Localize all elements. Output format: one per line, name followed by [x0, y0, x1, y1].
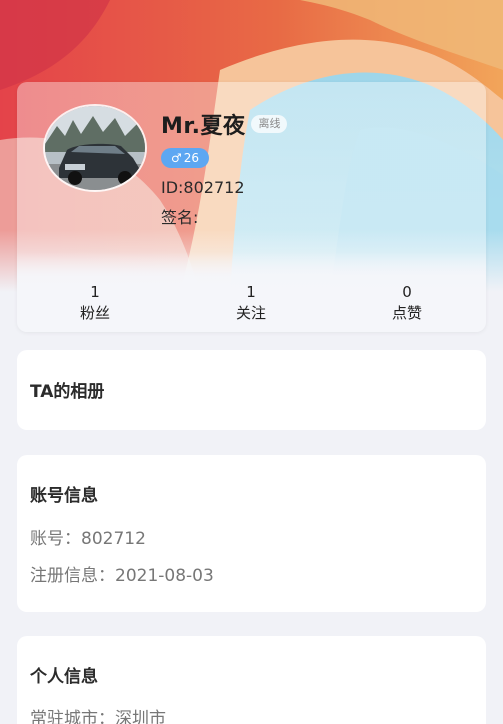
register-date: 注册信息：2021-08-03: [30, 566, 214, 586]
gender-age-badge: ♂ 26: [161, 148, 209, 168]
stats-row: 1 粉丝 1 关注 0 点赞: [17, 282, 486, 324]
account-info-title: 账号信息: [30, 486, 98, 506]
male-icon: ♂: [170, 151, 182, 165]
username: Mr.夏夜: [161, 114, 246, 139]
personal-info-title: 个人信息: [30, 667, 98, 687]
stat-label: 关注: [235, 304, 266, 322]
signature-label: 签名:: [161, 208, 199, 227]
resident-city: 常驻城市：深圳市: [30, 709, 166, 724]
stat-label: 粉丝: [79, 304, 110, 322]
avatar[interactable]: [43, 104, 147, 192]
stat-value: 1: [246, 283, 256, 301]
stat-fans[interactable]: 1 粉丝: [17, 282, 173, 324]
profile-card: Mr.夏夜 离线 ♂ 26 ID:802712 签名: 1 粉丝 1 关注 0 …: [17, 82, 486, 332]
stat-value: 1: [90, 283, 100, 301]
user-id: ID:802712: [161, 178, 245, 197]
stat-following[interactable]: 1 关注: [173, 282, 329, 324]
stat-label: 点赞: [391, 304, 422, 322]
age-value: 26: [183, 151, 200, 165]
account-number: 账号：802712: [30, 529, 146, 549]
online-status-badge: 离线: [251, 115, 288, 133]
album-card[interactable]: TA的相册: [17, 350, 486, 430]
stat-value: 0: [402, 283, 412, 301]
album-title: TA的相册: [30, 382, 105, 402]
account-info-card: 账号信息 账号：802712 注册信息：2021-08-03: [17, 455, 486, 612]
stat-likes[interactable]: 0 点赞: [329, 282, 485, 324]
personal-info-card: 个人信息 常驻城市：深圳市: [17, 636, 486, 724]
